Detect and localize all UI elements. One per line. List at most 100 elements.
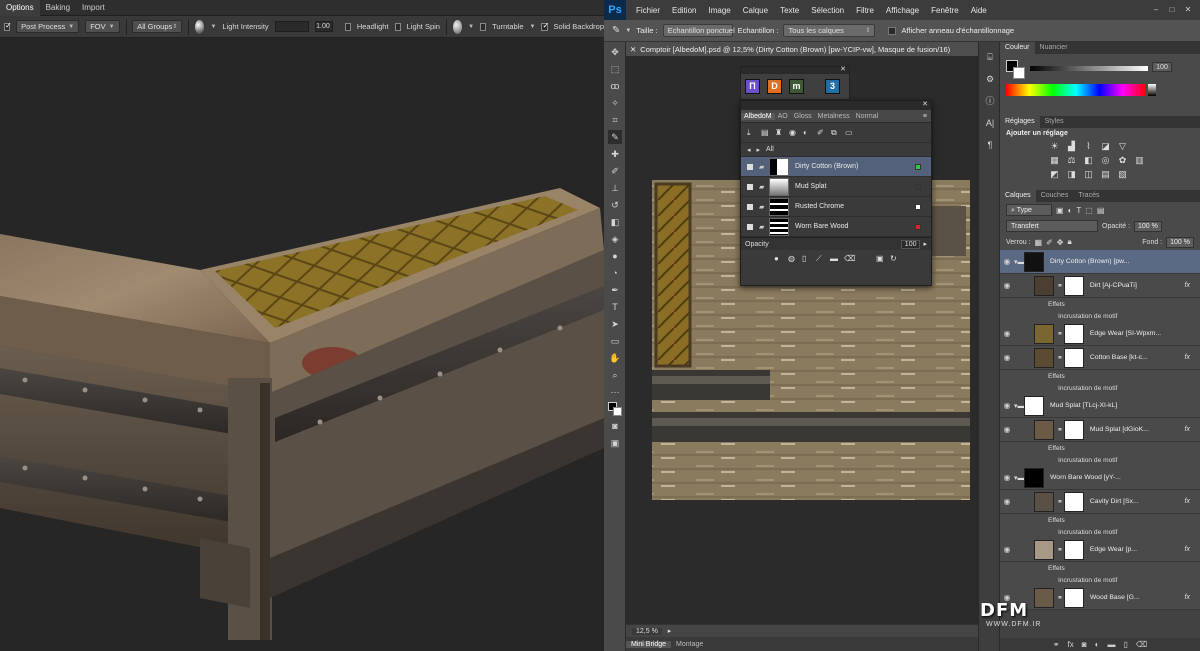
history-panel-icon[interactable]: ⌸ [983, 50, 997, 64]
counter-3d-model[interactable] [0, 38, 604, 651]
curves-icon[interactable]: ⌇ [1082, 141, 1095, 152]
chain-icon[interactable]: ⚭ [1057, 426, 1063, 434]
filter-adjust-icon[interactable]: ◐ [1068, 206, 1073, 215]
link-icon[interactable]: ⚭ [1053, 640, 1060, 649]
painter-app-icon[interactable]: П [745, 79, 760, 94]
fill-field[interactable]: 100 % [1166, 236, 1194, 248]
tab-baking[interactable]: Baking [40, 0, 76, 16]
folder-icon[interactable]: ▾▬ [1014, 402, 1025, 410]
forward-arrow-icon[interactable]: ▸ [757, 146, 761, 154]
layer-effect-item[interactable]: Effets [1000, 514, 1200, 526]
mask-icon[interactable]: ◙ [1082, 640, 1087, 649]
environment-ball-icon[interactable] [194, 19, 205, 34]
mask-thumbnail[interactable] [1063, 491, 1084, 512]
light-intensity-slider[interactable] [274, 21, 310, 32]
ring-checkbox[interactable] [888, 26, 897, 35]
visibility-icon[interactable]: ◉ [1000, 281, 1014, 290]
eyedropper-icon[interactable]: ✎ [612, 25, 620, 36]
mask-thumbnail[interactable] [1063, 539, 1084, 560]
filter-type-dropdown[interactable]: ⌕ Type [1006, 204, 1052, 216]
layer-group-row[interactable]: ◉ ▾▬ Worn Bare Wood [yY-... [1000, 466, 1200, 490]
visibility-icon[interactable] [747, 223, 753, 230]
selective-icon[interactable]: ▧ [1116, 169, 1129, 180]
fx-icon[interactable]: fx [1068, 640, 1074, 649]
fov-dropdown[interactable]: FOV ▼ [85, 20, 120, 33]
tab-styles[interactable]: Styles [1040, 116, 1069, 128]
paragraph-panel-icon[interactable]: ¶ [983, 138, 997, 152]
shader-ball-icon[interactable]: ● [774, 255, 782, 263]
chain-icon[interactable]: ⚭ [1057, 498, 1063, 506]
visibility-icon[interactable] [747, 163, 753, 170]
type-tool-icon[interactable]: T [608, 300, 622, 314]
visibility-icon[interactable] [747, 183, 753, 190]
vibrance-icon[interactable]: ▽ [1116, 141, 1129, 152]
echantillon-dropdown[interactable]: Tous les calques ⇕ [783, 24, 876, 37]
designer-app-icon[interactable]: D [767, 79, 782, 94]
menu-fenetre[interactable]: Fenêtre [925, 6, 965, 15]
info-panel-icon[interactable]: ⓘ [983, 94, 997, 108]
brush-tool-icon[interactable]: ✐ [608, 164, 622, 178]
quick-select-icon[interactable]: ✧ [608, 96, 622, 110]
tab-reglages[interactable]: Réglages [1000, 116, 1040, 128]
layer-effect-item[interactable]: Effets [1000, 370, 1200, 382]
layer-effect-item[interactable]: Effets [1000, 442, 1200, 454]
visibility-icon[interactable]: ◉ [1000, 257, 1014, 266]
lock-all-icon[interactable]: 🔒︎ [1067, 237, 1071, 247]
layer-effect-item[interactable]: Incrustation de motif [1000, 454, 1200, 466]
zoom-tool-icon[interactable]: ⌕ [608, 368, 622, 382]
refresh-icon[interactable]: ↻ [890, 255, 898, 263]
hand-tool-icon[interactable]: ✋ [608, 351, 622, 365]
mask-thumbnail[interactable] [1024, 251, 1044, 272]
post-process-checkbox[interactable] [4, 21, 12, 31]
groups-dropdown[interactable]: All Groups ⇕ [132, 20, 183, 33]
chain-icon[interactable]: ⚭ [1057, 594, 1063, 602]
background-color[interactable] [1013, 67, 1025, 79]
layer-effect-item[interactable]: Incrustation de motif [1000, 382, 1200, 394]
opacity-field[interactable]: 100 % [1134, 220, 1162, 232]
3d-viewer[interactable]: Options Baking Import Post Process▼ FOV▼… [0, 0, 604, 651]
fx-icon[interactable]: fx [1185, 354, 1190, 361]
history-brush-icon[interactable]: ↺ [608, 198, 622, 212]
mask-thumbnail[interactable] [1063, 275, 1084, 296]
menu-calque[interactable]: Calque [737, 6, 774, 15]
layer-effect-item[interactable]: Incrustation de motif [1000, 574, 1200, 586]
export-icon[interactable]: ▤ [761, 128, 769, 137]
marquee-tool-icon[interactable]: ⬚ [608, 62, 622, 76]
gray-slider[interactable] [1030, 66, 1148, 71]
layer-group-row[interactable]: ◉ ▾▬ Dirty Cotton (Brown) [pw... [1000, 250, 1200, 274]
lookup-icon[interactable]: ▥ [1133, 155, 1146, 166]
layer-row[interactable]: ◉ ⚭ Cavity Dirt [Sx... fx [1000, 490, 1200, 514]
quick-mask-icon[interactable]: ◙ [608, 419, 622, 433]
mask-thumbnail[interactable] [1063, 587, 1084, 608]
fx-icon[interactable]: fx [1185, 594, 1190, 601]
healing-tool-icon[interactable]: ✚ [608, 147, 622, 161]
lasso-tool-icon[interactable]: ꝏ [608, 79, 622, 93]
minimize-icon[interactable]: – [1150, 5, 1162, 15]
material-row[interactable]: ▰ Worn Bare Wood [741, 217, 931, 237]
color-ramp[interactable] [1006, 84, 1146, 96]
panel-menu-icon[interactable]: ≡ [923, 113, 927, 120]
menu-affichage[interactable]: Affichage [880, 6, 925, 15]
visibility-icon[interactable]: ◉ [1000, 353, 1014, 362]
brush-icon[interactable]: ✐ [817, 128, 825, 137]
move-tool-icon[interactable]: ✥ [608, 45, 622, 59]
layer-effect-item[interactable]: Incrustation de motif [1000, 526, 1200, 538]
tab-traces[interactable]: Tracés [1073, 190, 1104, 202]
blur-tool-icon[interactable]: ● [608, 249, 622, 263]
filter-shape-icon[interactable]: ⬚ [1085, 206, 1093, 215]
layer-row[interactable]: ◉ ⚭ Dirt [Aj-CPuaTi] fx [1000, 274, 1200, 298]
lock-paint-icon[interactable]: ✐ [1046, 238, 1053, 247]
visibility-icon[interactable]: ◉ [1000, 425, 1014, 434]
solid-backdrop-checkbox[interactable] [541, 21, 549, 31]
folder-icon[interactable]: ▬ [830, 255, 838, 263]
tab-couleur[interactable]: Couleur [1000, 42, 1035, 54]
menu-edition[interactable]: Edition [666, 6, 702, 15]
brush-icon[interactable]: ⟋ [816, 255, 824, 263]
lock-pixels-icon[interactable]: ▦ [1035, 238, 1043, 247]
menu-fichier[interactable]: Fichier [630, 6, 666, 15]
layer-row[interactable]: ◉ ⚭ Cotton Base [kt-c... fx [1000, 346, 1200, 370]
sphere-icon[interactable]: ◍ [788, 255, 796, 263]
tab-ao[interactable]: AO [775, 113, 791, 120]
close-icon[interactable]: ✕ [840, 65, 846, 73]
menu-aide[interactable]: Aide [965, 6, 993, 15]
